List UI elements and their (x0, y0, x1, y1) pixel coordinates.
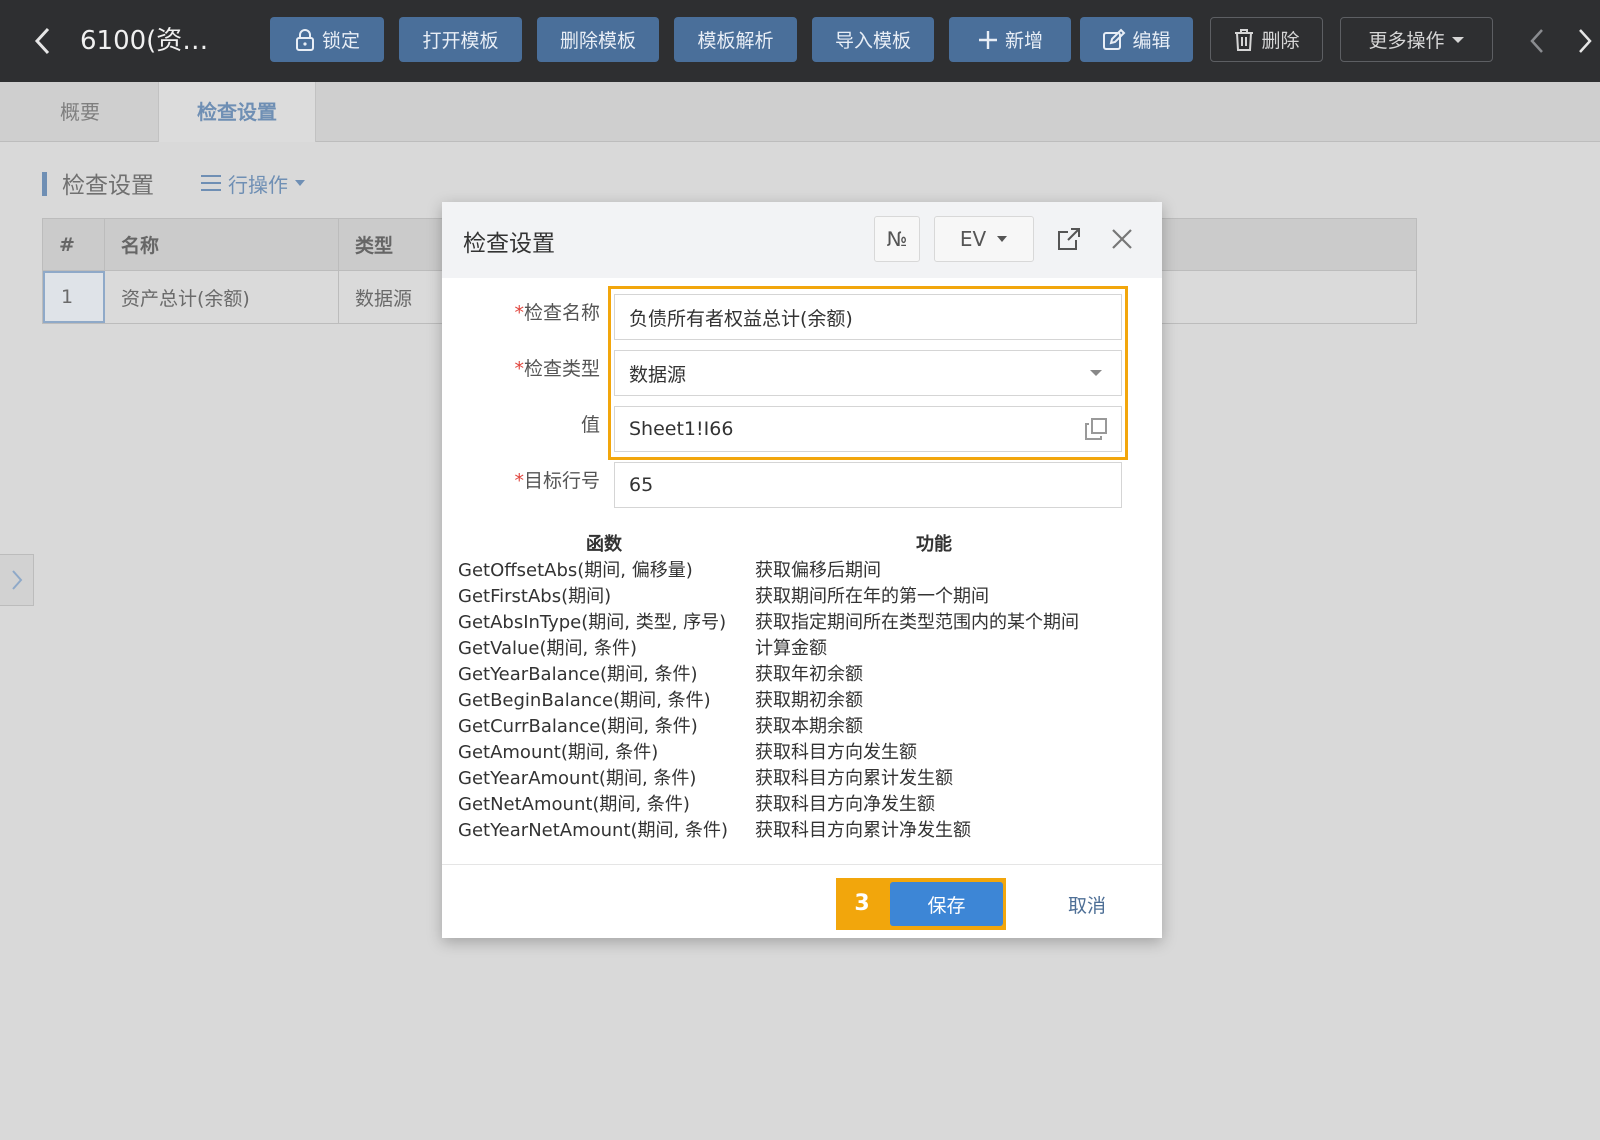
column-header-name: 名称 (105, 219, 339, 270)
copy-icon (1085, 418, 1107, 440)
select-arrow[interactable] (1083, 360, 1109, 386)
tab-strip: 概要 检查设置 (0, 82, 1600, 142)
caret-down-icon (997, 236, 1008, 242)
function-row: GetOffsetAbs(期间, 偏移量) 获取偏移后期间 (458, 560, 881, 581)
step-number-badge: 3 (854, 891, 870, 916)
edit-button-label: 编辑 (1132, 30, 1171, 52)
number-format-button[interactable]: № (874, 216, 920, 262)
edit-button[interactable]: 编辑 (1080, 17, 1193, 62)
function-row: GetValue(期间, 条件) 计算金额 (458, 638, 827, 659)
function-row: GetAbsInType(期间, 类型, 序号) 获取指定期间所在类型范围内的某个… (458, 612, 1079, 633)
target-row-label: *目标行号 (514, 470, 600, 492)
cancel-button[interactable]: 取消 (1042, 882, 1132, 926)
check-name-field[interactable] (614, 294, 1122, 340)
check-name-label: *检查名称 (514, 302, 600, 324)
function-row: GetYearBalance(期间, 条件) 获取年初余额 (458, 664, 863, 685)
import-template-label: 导入模板 (834, 30, 911, 52)
function-row: GetBeginBalance(期间, 条件) 获取期初余额 (458, 690, 863, 711)
value-field[interactable] (614, 406, 1122, 452)
row-number[interactable]: 1 (43, 271, 105, 323)
add-button[interactable]: 新增 (949, 17, 1071, 62)
add-button-label: 新增 (1004, 30, 1043, 52)
target-row-input[interactable] (629, 474, 1107, 496)
document-title: 6100(资… (80, 26, 209, 56)
delete-template-label: 删除模板 (559, 30, 636, 52)
edit-icon (1103, 28, 1126, 50)
row-name: 资产总计(余额) (105, 271, 339, 323)
lock-icon (295, 28, 314, 51)
close-button[interactable] (1105, 222, 1139, 256)
purpose-column-header: 功能 (916, 534, 952, 555)
function-row: GetYearAmount(期间, 条件) 获取科目方向累计发生额 (458, 768, 953, 789)
caret-down-icon (295, 180, 305, 186)
tab-check-settings[interactable]: 检查设置 (158, 82, 316, 142)
lock-button-label: 锁定 (321, 30, 360, 52)
value-label: 值 (580, 414, 600, 436)
dialog-title: 检查设置 (463, 231, 555, 257)
plus-icon (978, 30, 997, 49)
check-settings-dialog: 检查设置 № EV *检查名称 *检查类型 数据源 值 *目标行号 (442, 202, 1162, 938)
back-button[interactable] (28, 22, 58, 60)
copy-button[interactable] (1083, 416, 1109, 442)
chevron-left-icon (1530, 29, 1543, 53)
open-external-button[interactable] (1052, 222, 1086, 256)
list-icon (201, 175, 221, 191)
tab-overview[interactable]: 概要 (40, 82, 120, 142)
open-template-button[interactable]: 打开模板 (399, 17, 522, 62)
open-template-label: 打开模板 (422, 30, 499, 52)
ev-label: EV (959, 227, 987, 251)
delete-button[interactable]: 删除 (1210, 17, 1323, 62)
caret-down-icon (1451, 36, 1464, 43)
chevron-right-icon (11, 570, 22, 590)
external-link-icon (1058, 228, 1080, 250)
delete-template-button[interactable]: 删除模板 (537, 17, 659, 62)
column-header-index: # (43, 219, 105, 270)
delete-button-label: 删除 (1261, 30, 1300, 52)
parse-template-label: 模板解析 (697, 30, 774, 52)
check-name-input[interactable] (629, 306, 1107, 328)
caret-down-icon (1090, 370, 1102, 376)
row-operations-menu[interactable]: 行操作 (200, 168, 306, 198)
next-arrow[interactable] (1570, 22, 1600, 60)
more-actions-label: 更多操作 (1368, 30, 1445, 52)
check-type-label: *检查类型 (514, 358, 600, 380)
import-template-button[interactable]: 导入模板 (812, 17, 934, 62)
parse-template-button[interactable]: 模板解析 (674, 17, 797, 62)
value-input[interactable] (629, 418, 1107, 440)
chevron-left-icon (34, 27, 50, 55)
row-operations-label: 行操作 (228, 172, 288, 197)
number-sign-label: № (886, 227, 908, 251)
function-row: GetFirstAbs(期间) 获取期间所在年的第一个期间 (458, 586, 989, 607)
dialog-header: 检查设置 № EV (442, 202, 1162, 278)
check-type-value: 数据源 (629, 363, 687, 386)
function-column-header: 函数 (586, 534, 622, 555)
prev-arrow[interactable] (1522, 22, 1552, 60)
function-row: GetNetAmount(期间, 条件) 获取科目方向净发生额 (458, 794, 935, 815)
save-button[interactable]: 保存 (890, 882, 1003, 926)
target-row-field[interactable] (614, 462, 1122, 508)
function-row: GetCurrBalance(期间, 条件) 获取本期余额 (458, 716, 863, 737)
check-type-select[interactable]: 数据源 (614, 350, 1122, 396)
ev-dropdown[interactable]: EV (934, 216, 1034, 262)
section-title: 检查设置 (62, 173, 154, 199)
more-actions-dropdown[interactable]: 更多操作 (1340, 17, 1493, 62)
function-row: GetAmount(期间, 条件) 获取科目方向发生额 (458, 742, 917, 763)
close-icon (1112, 229, 1132, 249)
side-panel-toggle[interactable] (0, 554, 34, 606)
trash-icon (1235, 28, 1254, 51)
lock-button[interactable]: 锁定 (270, 17, 384, 62)
top-toolbar: 6100(资… 锁定 打开模板 删除模板 模板解析 导入模板 新增 编辑 删除 … (0, 0, 1600, 82)
function-row: GetYearNetAmount(期间, 条件) 获取科目方向累计净发生额 (458, 820, 971, 841)
chevron-right-icon (1579, 29, 1592, 53)
dialog-footer-divider (442, 864, 1162, 865)
section-accent-bar (42, 172, 47, 196)
